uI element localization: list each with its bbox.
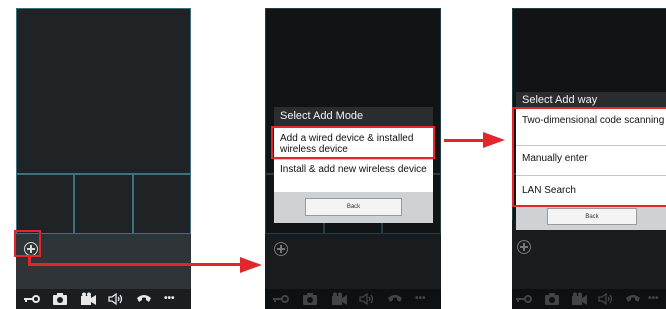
select-add-mode-dialog: Select Add Mode Add a wired device & ins…: [274, 107, 433, 223]
highlight-add-button: [14, 230, 41, 257]
video-cell-1[interactable]: [16, 174, 74, 234]
video-icon[interactable]: [78, 292, 98, 306]
highlight-add-way-options: [512, 107, 666, 207]
back-button[interactable]: Back: [547, 208, 637, 225]
arrow-1-head: [240, 257, 262, 273]
highlight-wired-option: [271, 126, 435, 159]
key-icon[interactable]: [22, 292, 42, 306]
arrow-2-head: [483, 132, 505, 148]
back-button[interactable]: Back: [305, 198, 402, 216]
arrow-1-line: [28, 263, 241, 266]
dialog-title: Select Add Mode: [274, 107, 433, 126]
dialog-footer: Back: [516, 205, 666, 230]
video-cell-2[interactable]: [74, 174, 133, 234]
more-icon[interactable]: •••: [164, 292, 184, 306]
option-install-new-wireless[interactable]: Install & add new wireless device: [274, 159, 433, 192]
phone-icon[interactable]: [134, 292, 154, 306]
video-cell-main[interactable]: [16, 8, 191, 174]
speaker-icon[interactable]: [106, 292, 126, 306]
camera-icon[interactable]: [50, 292, 70, 306]
bottom-toolbar: •••: [16, 289, 191, 309]
video-cell-3[interactable]: [133, 174, 191, 234]
arrow-2-line: [444, 139, 484, 142]
dialog-footer: Back: [274, 192, 433, 223]
